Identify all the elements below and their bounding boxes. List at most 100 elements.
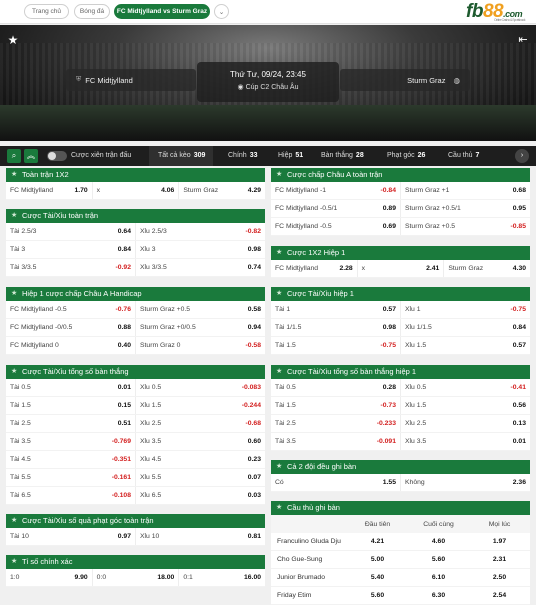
odds-option[interactable]: Tài 10 0.97 (6, 528, 136, 545)
odds-option[interactable]: Sturm Graz 4.30 (444, 260, 530, 277)
odds-option[interactable]: Tài 0.5 0.28 (271, 379, 401, 396)
market-title[interactable]: Cược Tài/Xỉu hiệp 1 (271, 287, 530, 301)
odds-cell[interactable]: 4.60 (408, 533, 469, 551)
collapse-icon[interactable]: ︽ (24, 149, 38, 163)
tab-corners[interactable]: Phạt góc 26 (387, 146, 425, 166)
odds-cell[interactable]: 2.31 (469, 551, 530, 569)
odds-cell[interactable]: 5.60 (347, 587, 408, 605)
odds-option[interactable]: Tài 1.5 0.15 (6, 397, 136, 414)
odds-option[interactable]: Tài 3/3.5 -0.92 (6, 259, 136, 276)
odds-option[interactable]: Xỉu 2.5 -0.68 (136, 415, 265, 432)
odds-option[interactable]: Tài 3 0.84 (6, 241, 136, 258)
market-title[interactable]: Cược chấp Châu A toàn trận (271, 168, 530, 182)
odds-option[interactable]: Xỉu 5.5 0.07 (136, 469, 265, 486)
odds-option[interactable]: Tài 1.5 -0.75 (271, 337, 401, 354)
market-title[interactable]: Cược Tài/Xỉu tổng số bàn thắng hiệp 1 (271, 365, 530, 379)
odds-cell[interactable]: 5.00 (347, 551, 408, 569)
odds-option[interactable]: Không 2.36 (401, 474, 530, 491)
breadcrumb-football[interactable]: Bóng đá (74, 4, 110, 19)
odds-option[interactable]: 0:1 16.00 (179, 569, 265, 586)
tab-half[interactable]: Hiệp 51 (278, 146, 303, 166)
odds-option[interactable]: Xỉu 0.5 -0.083 (136, 379, 265, 396)
odds-option[interactable]: Xỉu 3 0.98 (136, 241, 265, 258)
chevron-down-icon[interactable]: ⌄ (214, 4, 229, 19)
odds-option[interactable]: Xỉu 1.5 0.57 (401, 337, 530, 354)
market-title[interactable]: Cầu thủ ghi bàn (271, 501, 530, 515)
favorite-star-icon[interactable]: ★ (5, 32, 21, 48)
odds-option[interactable]: Tài 4.5 -0.351 (6, 451, 136, 468)
odds-option[interactable]: 0:0 18.00 (93, 569, 180, 586)
odds-option[interactable]: FC Midtjylland -0.5/1 0.89 (271, 200, 401, 217)
odds-option[interactable]: Tài 2.5 -0.233 (271, 415, 401, 432)
odds-option[interactable]: Tài 3.5 -0.091 (271, 433, 401, 450)
odds-option[interactable]: Tài 0.5 0.01 (6, 379, 136, 396)
odds-option[interactable]: Sturm Graz 0 -0.58 (136, 337, 265, 354)
tab-players[interactable]: Cầu thủ 7 (448, 146, 479, 166)
odds-option[interactable]: Xỉu 1 -0.75 (401, 301, 530, 318)
parlay-toggle[interactable] (47, 151, 67, 161)
odds-option[interactable]: Xỉu 2.5 0.13 (401, 415, 530, 432)
odds-option[interactable]: Sturm Graz +0.5/1 0.95 (401, 200, 530, 217)
odds-option[interactable]: Sturm Graz 4.29 (179, 182, 265, 199)
fb88-logo[interactable]: fb88.com Online Casino & Sportsbook (466, 1, 534, 23)
odds-option[interactable]: FC Midtjylland -0/0.5 0.88 (6, 319, 136, 336)
odds-option[interactable]: FC Midtjylland 1.70 (6, 182, 93, 199)
odds-option[interactable]: x 4.06 (93, 182, 180, 199)
odds-option[interactable]: Sturm Graz +0.5 0.58 (136, 301, 265, 318)
odds-option[interactable]: Tài 2.5 0.51 (6, 415, 136, 432)
market-title[interactable]: Cược 1X2 Hiệp 1 (271, 246, 530, 260)
odds-cell[interactable]: 6.30 (408, 587, 469, 605)
odds-option[interactable]: Sturm Graz +0.5 -0.85 (401, 218, 530, 235)
odds-option[interactable]: Tài 1/1.5 0.98 (271, 319, 401, 336)
tab-all[interactable]: Tất cả kèo 309 (158, 146, 205, 166)
odds-cell[interactable]: 4.21 (347, 533, 408, 551)
odds-option[interactable]: FC Midtjylland 2.28 (271, 260, 358, 277)
back-arrow-icon[interactable]: ⇤ (515, 32, 531, 48)
odds-cell[interactable]: 1.97 (469, 533, 530, 551)
odds-option[interactable]: Xỉu 3.5 0.60 (136, 433, 265, 450)
odds-cell[interactable]: 2.50 (469, 569, 530, 587)
market-title[interactable]: Cược Tài/Xỉu tổng số bàn thắng (6, 365, 265, 379)
odds-option[interactable]: Tài 2.5/3 0.64 (6, 223, 136, 240)
odds-cell[interactable]: 5.40 (347, 569, 408, 587)
odds-option[interactable]: Xỉu 0.5 -0.41 (401, 379, 530, 396)
odds-option[interactable]: Xỉu 10 0.81 (136, 528, 265, 545)
odds-option[interactable]: FC Midtjylland -1 -0.84 (271, 182, 401, 199)
odds-option[interactable]: Sturm Graz +1 0.68 (401, 182, 530, 199)
odds-option[interactable]: x 2.41 (358, 260, 445, 277)
odds-option[interactable]: Xỉu 6.5 0.03 (136, 487, 265, 504)
odds-option[interactable]: FC Midtjylland -0.5 0.69 (271, 218, 401, 235)
odds-option[interactable]: Xỉu 4.5 0.23 (136, 451, 265, 468)
market-title[interactable]: Hiệp 1 cược chấp Châu A Handicap (6, 287, 265, 301)
odds-option[interactable]: FC Midtjylland 0 0.40 (6, 337, 136, 354)
odds-option[interactable]: Có 1.55 (271, 474, 401, 491)
odds-option[interactable]: Xỉu 1.5 0.56 (401, 397, 530, 414)
odds-option[interactable]: Xỉu 1/1.5 0.84 (401, 319, 530, 336)
breadcrumb-home[interactable]: Trang chủ (24, 4, 69, 19)
market-title[interactable]: Toàn trận 1X2 (6, 168, 265, 182)
odds-option[interactable]: Tài 1 0.57 (271, 301, 401, 318)
odds-option[interactable]: Tài 1.5 -0.73 (271, 397, 401, 414)
odds-option[interactable]: Tài 5.5 -0.161 (6, 469, 136, 486)
market-title[interactable]: Cược Tài/Xỉu số quả phạt góc toàn trận (6, 514, 265, 528)
odds-option[interactable]: Xỉu 2.5/3 -0.82 (136, 223, 265, 240)
chevron-right-icon[interactable]: › (515, 149, 529, 163)
market-title[interactable]: Tỉ số chính xác (6, 555, 265, 569)
odds-option[interactable]: Xỉu 1.5 -0.244 (136, 397, 265, 414)
odds-cell[interactable]: 6.10 (408, 569, 469, 587)
odds-cell[interactable]: 5.60 (408, 551, 469, 569)
search-icon[interactable]: ⌕ (7, 149, 21, 163)
tab-main[interactable]: Chính 33 (228, 146, 257, 166)
odds-option[interactable]: 1:0 9.90 (6, 569, 93, 586)
market-title[interactable]: Cược Tài/Xỉu toàn trận (6, 209, 265, 223)
odds-option[interactable]: FC Midtjylland -0.5 -0.76 (6, 301, 136, 318)
odds-cell[interactable]: 2.54 (469, 587, 530, 605)
odds-option[interactable]: Xỉu 3.5 0.01 (401, 433, 530, 450)
market-title[interactable]: Cả 2 đội đều ghi bàn (271, 460, 530, 474)
odds-option[interactable]: Tài 6.5 -0.108 (6, 487, 136, 504)
breadcrumb-match[interactable]: FC Midtjylland vs Sturm Graz (114, 4, 210, 19)
tab-goals[interactable]: Bàn thắng 28 (321, 146, 364, 166)
odds-option[interactable]: Tài 3.5 -0.769 (6, 433, 136, 450)
odds-option[interactable]: Xỉu 3/3.5 0.74 (136, 259, 265, 276)
odds-option[interactable]: Sturm Graz +0/0.5 0.94 (136, 319, 265, 336)
